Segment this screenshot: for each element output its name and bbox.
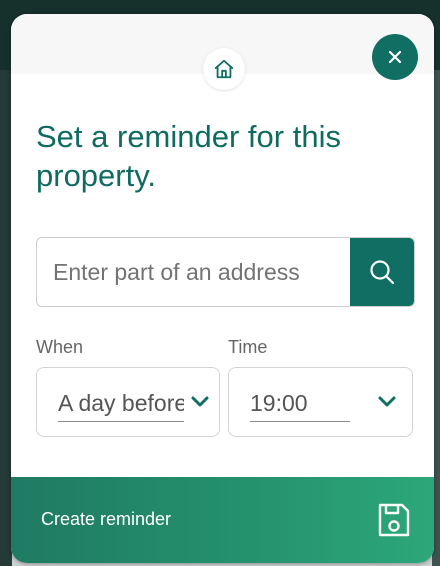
when-label: When <box>36 337 84 357</box>
close-button[interactable] <box>372 34 418 80</box>
time-select[interactable]: 19:00 <box>228 367 413 437</box>
when-select[interactable]: A day before <box>36 367 220 437</box>
reminder-dialog: Set a reminder for this property. When T… <box>11 14 434 563</box>
create-reminder-button[interactable]: Create reminder <box>11 477 434 563</box>
search-icon <box>370 260 395 285</box>
home-icon <box>203 48 245 90</box>
dialog-title: Set a reminder for this property. <box>36 119 341 193</box>
address-search-input[interactable] <box>37 238 349 306</box>
when-selected-value: A day before <box>58 390 184 422</box>
search-button[interactable] <box>350 238 414 306</box>
chevron-down-icon <box>378 396 396 407</box>
time-label: Time <box>228 337 268 357</box>
chevron-down-icon <box>191 396 209 407</box>
create-reminder-label: Create reminder <box>41 509 172 529</box>
address-search <box>36 237 415 307</box>
close-icon <box>388 50 402 64</box>
time-selected-value: 19:00 <box>250 390 350 422</box>
save-icon <box>378 503 410 537</box>
